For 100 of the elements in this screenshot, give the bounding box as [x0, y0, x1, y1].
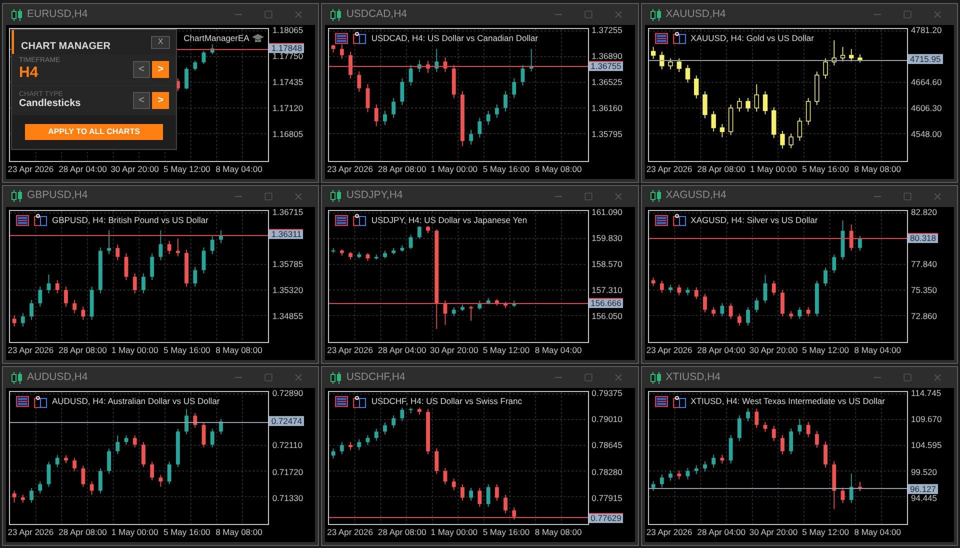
- time-label: 8 May 08:00: [216, 346, 262, 355]
- time-label: 8 May 08:00: [534, 528, 582, 536]
- time-label: 28 Apr 08:00: [378, 528, 426, 536]
- chart-description: USDCHF, H4: US Dollar vs Swiss Franc: [371, 395, 522, 408]
- time-label: 23 Apr 2026: [327, 528, 373, 536]
- time-label: 5 May 12:00: [802, 528, 849, 536]
- price-label: 1.17848: [269, 42, 304, 53]
- time-label: 1 May 00:00: [430, 164, 478, 174]
- window-title: XTIUSD,H4: [666, 370, 720, 385]
- time-label: 28 Apr 04:00: [697, 346, 746, 355]
- time-label: 30 Apr 20:00: [110, 164, 159, 174]
- price-tick: 1.35785: [272, 260, 304, 268]
- price-tick: 158.570: [592, 260, 622, 268]
- window-title: USDJPY,H4: [346, 188, 403, 204]
- time-label: 23 Apr 2026: [646, 164, 692, 174]
- time-label: 8 May 08:00: [854, 164, 902, 174]
- chart-description: AUDUSD, H4: Australian Dollar vs US Dollar: [52, 395, 220, 408]
- time-label: 28 Apr 04:00: [378, 346, 426, 355]
- window-title: XAUUSD,H4: [666, 6, 726, 22]
- price-tick: 1.16805: [272, 130, 304, 138]
- time-label: 30 Apr 20:00: [749, 528, 798, 536]
- timeframe-value: H4: [19, 64, 40, 82]
- time-label: 5 May 16:00: [482, 164, 530, 174]
- window-title: USDCAD,H4: [346, 6, 408, 22]
- price-tick: 4781.20: [911, 26, 942, 34]
- price-label: 80.318: [908, 232, 938, 243]
- price-tick: 4664.60: [911, 78, 942, 86]
- chart-description: XAGUSD, H4: Silver vs US Dollar: [690, 214, 818, 226]
- price-tick: 4548.00: [911, 130, 942, 138]
- time-label: 28 Apr 08:00: [58, 346, 107, 355]
- price-label: 1.36311: [269, 229, 304, 240]
- price-tick: 104.595: [911, 441, 942, 450]
- chart-description: USDJPY, H4: US Dollar vs Japanese Yen: [371, 214, 528, 226]
- time-label: 23 Apr 2026: [8, 528, 54, 536]
- time-label: 5 May 12:00: [482, 346, 530, 355]
- price-tick: 72.860: [911, 312, 937, 320]
- price-tick: 114.745: [911, 389, 942, 398]
- time-label: 23 Apr 2026: [327, 164, 373, 174]
- price-tick: 1.17120: [272, 104, 304, 112]
- price-tick: 75.350: [911, 286, 937, 294]
- chart-description: XAUUSD, H4: Gold vs US Dollar: [690, 32, 814, 45]
- time-label: 23 Apr 2026: [8, 164, 54, 174]
- price-tick: 0.79375: [592, 389, 622, 398]
- price-label: 4715.95: [908, 54, 943, 64]
- price-label: 156.666: [588, 298, 624, 308]
- price-tick: 161.090: [592, 207, 622, 216]
- price-tick: 1.35795: [592, 130, 622, 138]
- time-label: 23 Apr 2026: [646, 528, 692, 536]
- price-tick: 1.36160: [592, 104, 622, 112]
- price-tick: 1.34855: [272, 312, 304, 320]
- time-label: 28 Apr 08:00: [58, 528, 107, 536]
- price-tick: 0.72110: [272, 441, 302, 450]
- price-label: 0.72474: [269, 416, 304, 426]
- window-title: XAGUSD,H4: [666, 188, 726, 204]
- time-label: 30 Apr 20:00: [430, 346, 478, 355]
- time-label: 23 Apr 2026: [646, 346, 692, 355]
- time-label: 8 May 04:00: [854, 346, 902, 355]
- time-label: 1 May 00:00: [111, 346, 158, 355]
- price-tick: 1.36890: [592, 52, 622, 60]
- time-label: 8 May 04:00: [854, 528, 902, 536]
- time-label: 5 May 16:00: [164, 528, 210, 536]
- time-label: 5 May 16:00: [482, 528, 530, 536]
- time-label: 8 May 04:00: [534, 346, 582, 355]
- time-label: 8 May 04:00: [216, 164, 262, 174]
- price-tick: 0.78645: [592, 441, 622, 450]
- price-tick: 1.18065: [272, 26, 304, 34]
- price-tick: 109.670: [911, 415, 942, 424]
- expert-name: ChartManagerEA: [184, 32, 250, 45]
- price-tick: 157.310: [592, 286, 622, 294]
- time-label: 28 Apr 08:00: [697, 164, 746, 174]
- price-tick: 0.77915: [592, 493, 622, 502]
- time-label: 8 May 08:00: [216, 528, 262, 536]
- panel-title: CHART MANAGER: [21, 40, 110, 54]
- price-tick: 0.78280: [592, 467, 622, 476]
- window-title: GBPUSD,H4: [27, 188, 88, 204]
- price-tick: 1.17750: [272, 52, 304, 60]
- chart-description: XTIUSD, H4: West Texas Intermediate vs US Dollar: [690, 395, 885, 408]
- price-tick: 159.830: [592, 233, 622, 242]
- price-tick: 0.71720: [272, 467, 304, 476]
- price-tick: 82.820: [911, 207, 937, 216]
- time-label: 1 May 00:00: [430, 528, 478, 536]
- price-tick: 1.36525: [592, 78, 622, 86]
- price-tick: 99.520: [911, 467, 937, 476]
- price-tick: 0.71330: [272, 493, 304, 502]
- price-label: 1.36755: [588, 60, 624, 71]
- price-tick: 0.72890: [272, 389, 304, 398]
- time-label: 28 Apr 08:00: [378, 164, 426, 174]
- window-title: EURUSD,H4: [27, 6, 88, 22]
- price-tick: 1.37255: [592, 26, 622, 34]
- price-tick: 1.36715: [272, 207, 304, 216]
- time-label: 1 May 00:00: [750, 164, 797, 174]
- window-title: AUDUSD,H4: [27, 370, 88, 385]
- time-label: 28 Apr 04:00: [697, 528, 746, 536]
- time-label: 28 Apr 04:00: [58, 164, 107, 174]
- price-tick: 1.35320: [272, 286, 304, 294]
- time-label: 5 May 12:00: [164, 164, 210, 174]
- chart-type-value: Candlesticks: [19, 98, 81, 110]
- chart-description: GBPUSD, H4: British Pound vs US Dollar: [52, 214, 208, 226]
- price-tick: 1.17435: [272, 78, 304, 86]
- time-label: 5 May 16:00: [164, 346, 210, 355]
